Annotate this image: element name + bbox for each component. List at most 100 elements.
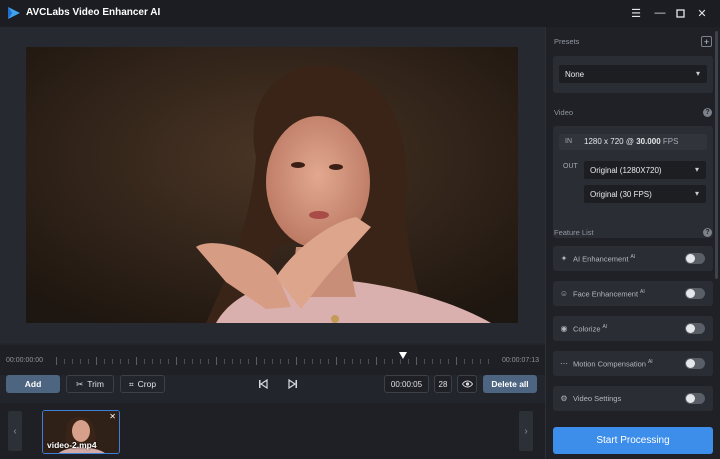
crop-icon: ⌗ xyxy=(128,378,134,389)
timeline-tick xyxy=(408,359,409,364)
current-time-field[interactable]: 00:00:05 xyxy=(384,375,429,393)
timeline-tick xyxy=(64,359,65,364)
timeline-tick xyxy=(344,359,345,364)
timeline-tick xyxy=(472,359,473,364)
edit-controls: Add ✂ Trim ⌗ Crop 00:00:05 28 Delete all xyxy=(0,375,545,401)
ai-badge: AI xyxy=(602,324,608,330)
timeline-tick xyxy=(312,359,313,364)
timeline-tick xyxy=(168,359,169,364)
next-frame-icon[interactable] xyxy=(286,377,300,391)
clip-file-name: video-2.mp4 xyxy=(47,440,97,450)
menu-icon[interactable]: ☰ xyxy=(627,5,645,21)
timeline-tick xyxy=(392,359,393,364)
presets-select[interactable]: None ▾ xyxy=(559,65,707,83)
editor-area: 00:00:00:00 00:00:07:13 Add ✂ Trim ⌗ Cro… xyxy=(0,27,545,459)
preview-toggle-button[interactable] xyxy=(457,375,477,393)
start-processing-button[interactable]: Start Processing xyxy=(553,427,713,454)
video-help-icon[interactable]: ? xyxy=(703,108,712,117)
timeline-ruler[interactable] xyxy=(56,357,492,365)
feature-toggle[interactable] xyxy=(685,288,705,299)
feature-label: Motion Compensation AI xyxy=(573,359,653,369)
feature-toggle[interactable] xyxy=(685,253,705,264)
timeline-tick xyxy=(96,357,97,365)
timeline-tick xyxy=(424,359,425,364)
timeline-tick xyxy=(216,357,217,365)
close-icon[interactable]: ✕ xyxy=(693,5,711,21)
feature-row[interactable]: ☺ Face Enhancement AI xyxy=(553,281,713,306)
crop-button[interactable]: ⌗ Crop xyxy=(120,375,165,393)
timeline-tick xyxy=(104,359,105,364)
face-icon: ☺ xyxy=(559,288,569,298)
feature-row[interactable]: ✦ AI Enhancement AI xyxy=(553,246,713,271)
timeline-tick xyxy=(488,359,489,364)
timeline-tick xyxy=(224,359,225,364)
feature-row[interactable]: ⋯ Motion Compensation AI xyxy=(553,351,713,376)
clip-thumbnail[interactable]: video-2.mp4 ✕ xyxy=(42,410,120,454)
panel-scrollbar[interactable] xyxy=(715,31,718,279)
minimize-icon[interactable]: — xyxy=(651,5,669,21)
timeline-tick xyxy=(184,359,185,364)
timeline-tick xyxy=(200,359,201,364)
timeline-tick xyxy=(56,357,57,365)
timeline-tick xyxy=(160,359,161,364)
feature-toggle[interactable] xyxy=(685,323,705,334)
frame-count-field[interactable]: 28 xyxy=(434,375,452,393)
timeline-end-time: 00:00:07:13 xyxy=(502,357,539,364)
chevron-left-icon: ‹ xyxy=(13,425,17,437)
timeline-tick xyxy=(368,359,369,364)
video-preview xyxy=(26,47,518,323)
sparkle-icon: ✦ xyxy=(560,253,568,263)
timeline-tick xyxy=(376,357,377,365)
output-resolution-select[interactable]: Original (1280X720) ▾ xyxy=(584,161,706,179)
timeline-tick xyxy=(440,359,441,364)
app-title: AVCLabs Video Enhancer AI xyxy=(26,7,161,18)
presets-label: Presets xyxy=(554,37,580,46)
video-input-info: 1280 x 720 @ 30.000 FPS xyxy=(584,137,678,146)
feature-label: AI Enhancement AI xyxy=(573,254,635,264)
video-input-at: @ xyxy=(625,137,634,146)
toggle-knob xyxy=(686,289,695,298)
timeline-tick xyxy=(128,359,129,364)
feature-toggle[interactable] xyxy=(685,393,705,404)
add-button[interactable]: Add xyxy=(6,375,60,393)
preview-area xyxy=(0,27,545,343)
chevron-down-icon: ▾ xyxy=(695,69,700,78)
feature-row[interactable]: ◉ Colorize AI xyxy=(553,316,713,341)
trim-button-label: Trim xyxy=(87,379,104,389)
previous-frame-icon[interactable] xyxy=(256,377,270,391)
feature-label-text: Video Settings xyxy=(573,394,622,403)
remove-clip-icon[interactable]: ✕ xyxy=(109,412,116,421)
feature-label-text: AI Enhancement xyxy=(573,254,629,264)
timeline-tick xyxy=(288,359,289,364)
feature-toggle[interactable] xyxy=(685,358,705,369)
feature-row[interactable]: ⚙ Video Settings xyxy=(553,386,713,411)
delete-all-label: Delete all xyxy=(491,379,529,389)
delete-all-button[interactable]: Delete all xyxy=(483,375,537,393)
timeline-tick xyxy=(352,359,353,364)
app-logo-icon xyxy=(8,7,20,19)
timeline[interactable]: 00:00:00:00 00:00:07:13 xyxy=(0,345,545,375)
crop-button-label: Crop xyxy=(137,379,157,389)
output-fps-select[interactable]: Original (30 FPS) ▾ xyxy=(584,185,706,203)
timeline-tick xyxy=(88,359,89,364)
add-button-label: Add xyxy=(24,379,42,389)
timeline-tick xyxy=(80,359,81,364)
toggle-knob xyxy=(686,324,695,333)
timeline-tick xyxy=(360,359,361,364)
timeline-tick xyxy=(336,357,337,365)
title-bar: AVCLabs Video Enhancer AI ☰ — ✕ xyxy=(0,0,720,27)
filmstrip-next-button[interactable]: › xyxy=(519,411,533,451)
scissors-icon: ✂ xyxy=(76,378,84,389)
add-preset-icon[interactable]: + xyxy=(701,36,712,47)
feature-label: Colorize AI xyxy=(573,324,607,334)
timeline-tick xyxy=(192,359,193,364)
feature-list-help-icon[interactable]: ? xyxy=(703,228,712,237)
video-label: Video xyxy=(554,108,574,117)
trim-button[interactable]: ✂ Trim xyxy=(66,375,114,393)
filmstrip-prev-button[interactable]: ‹ xyxy=(8,411,22,451)
timeline-tick xyxy=(384,359,385,364)
timeline-tick xyxy=(120,359,121,364)
filmstrip: ‹ video-2.mp4 ✕ › xyxy=(0,403,545,459)
playhead-handle[interactable] xyxy=(398,351,408,361)
maximize-icon[interactable] xyxy=(671,5,689,21)
